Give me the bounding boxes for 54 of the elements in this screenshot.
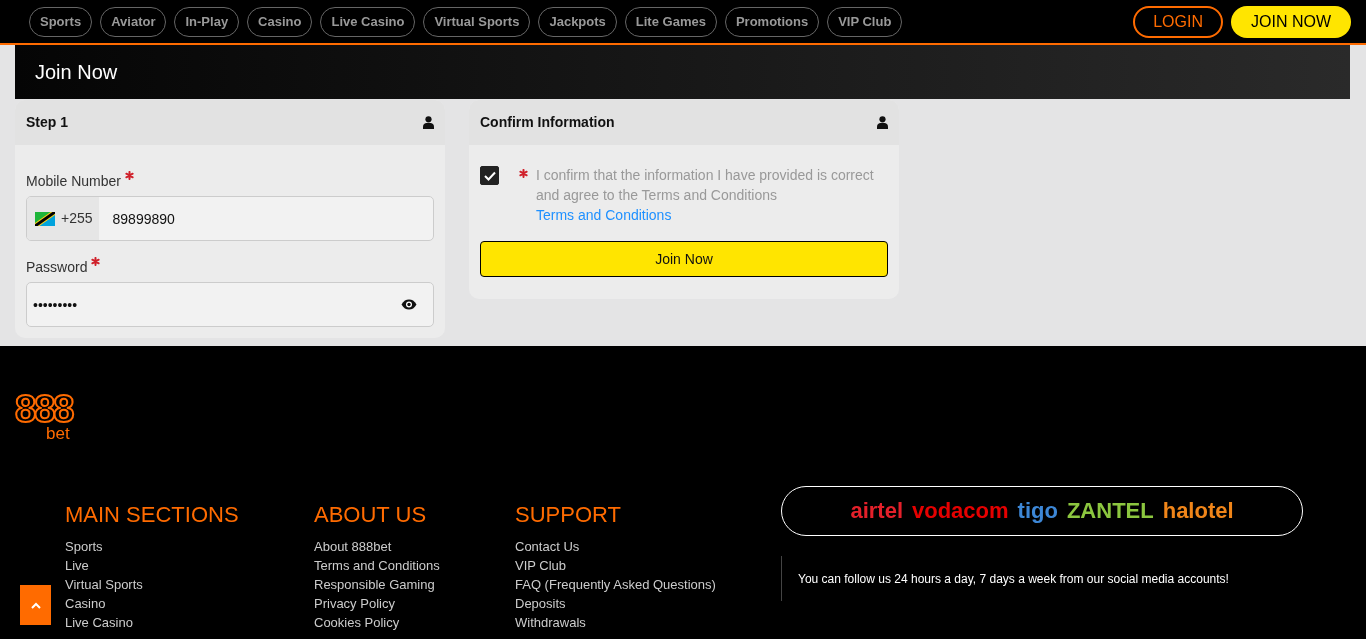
nav-link[interactable]: Virtual Sports bbox=[423, 6, 531, 37]
field-label: Password bbox=[26, 258, 88, 277]
footer-link[interactable]: Cookies Policy bbox=[314, 613, 400, 632]
field-label: Mobile Number bbox=[26, 172, 121, 191]
footer-link[interactable]: Responsible Gaming bbox=[314, 575, 435, 594]
login-button[interactable]: LOGIN bbox=[1133, 5, 1223, 38]
footer-link[interactable]: Terms and Conditions bbox=[314, 556, 440, 575]
footer-link[interactable]: Privacy Policy bbox=[314, 594, 395, 613]
footer-link[interactable]: FAQ (Frequently Asked Questions) bbox=[515, 575, 716, 594]
join-now-button[interactable]: JOIN NOW bbox=[1231, 5, 1351, 38]
footer-heading: SUPPORT bbox=[515, 501, 622, 529]
footer-link[interactable]: Live Casino bbox=[65, 613, 133, 632]
footer-link[interactable]: About 888bet bbox=[314, 537, 392, 556]
nav-link[interactable]: Live Casino bbox=[320, 6, 416, 37]
flag-icon bbox=[35, 211, 55, 226]
phone-number-input[interactable]: 89899890 bbox=[98, 197, 433, 240]
nav-link[interactable]: Lite Games bbox=[624, 6, 717, 37]
eye-icon[interactable] bbox=[401, 299, 417, 310]
operator-logo: vodacom bbox=[912, 500, 1009, 522]
footer-link[interactable]: Deposits bbox=[515, 594, 566, 613]
footer-link[interactable]: Withdrawals bbox=[515, 613, 586, 632]
check-icon bbox=[483, 170, 496, 181]
nav-link[interactable]: Casino bbox=[247, 6, 313, 37]
country-code: +255 bbox=[61, 209, 93, 228]
confirmation-text: I confirm that the information I have provided is correct and agree to the Terms and Conditions Terms and Conditions bbox=[536, 166, 875, 225]
person-icon bbox=[877, 116, 888, 129]
footer-link[interactable]: Contact Us bbox=[515, 537, 580, 556]
chevron-up-icon bbox=[30, 601, 41, 609]
logo: 888 bet bbox=[14, 387, 73, 442]
footer-link[interactable]: VIP Club bbox=[515, 556, 567, 575]
footer-heading: ABOUT US bbox=[314, 501, 428, 529]
footer-link[interactable]: Sports bbox=[65, 537, 103, 556]
page-title: Join Now bbox=[35, 60, 118, 85]
operator-logo: halotel bbox=[1162, 500, 1234, 522]
footer-link[interactable]: Casino bbox=[65, 594, 106, 613]
footer-link[interactable]: Virtual Sports bbox=[65, 575, 143, 594]
footer-link[interactable]: Live bbox=[65, 556, 89, 575]
card-title: Confirm Information bbox=[480, 113, 615, 132]
social-text: You can follow us 24 hours a day, 7 days a week from our social media accounts! bbox=[798, 570, 1229, 588]
operator-logo: tigo bbox=[1017, 500, 1058, 522]
nav-link[interactable]: In-Play bbox=[174, 6, 240, 37]
card-title: Step 1 bbox=[26, 113, 68, 132]
phone-field[interactable]: +255 89899890 bbox=[26, 196, 434, 241]
person-icon bbox=[423, 116, 434, 129]
nav-link[interactable]: Aviator bbox=[100, 6, 167, 37]
operator-logo: airtel bbox=[850, 500, 903, 522]
join-now-button[interactable]: Join Now bbox=[480, 241, 888, 277]
nav-link[interactable]: Promotions bbox=[724, 6, 820, 37]
nav-link[interactable]: Jackpots bbox=[538, 6, 617, 37]
nav-link[interactable]: Sports bbox=[29, 6, 93, 37]
nav-link[interactable]: VIP Club bbox=[827, 6, 903, 37]
checkbox[interactable] bbox=[480, 166, 499, 185]
operator-logo: ZANTEL bbox=[1066, 500, 1154, 522]
footer-heading: MAIN SECTIONS bbox=[65, 501, 240, 529]
